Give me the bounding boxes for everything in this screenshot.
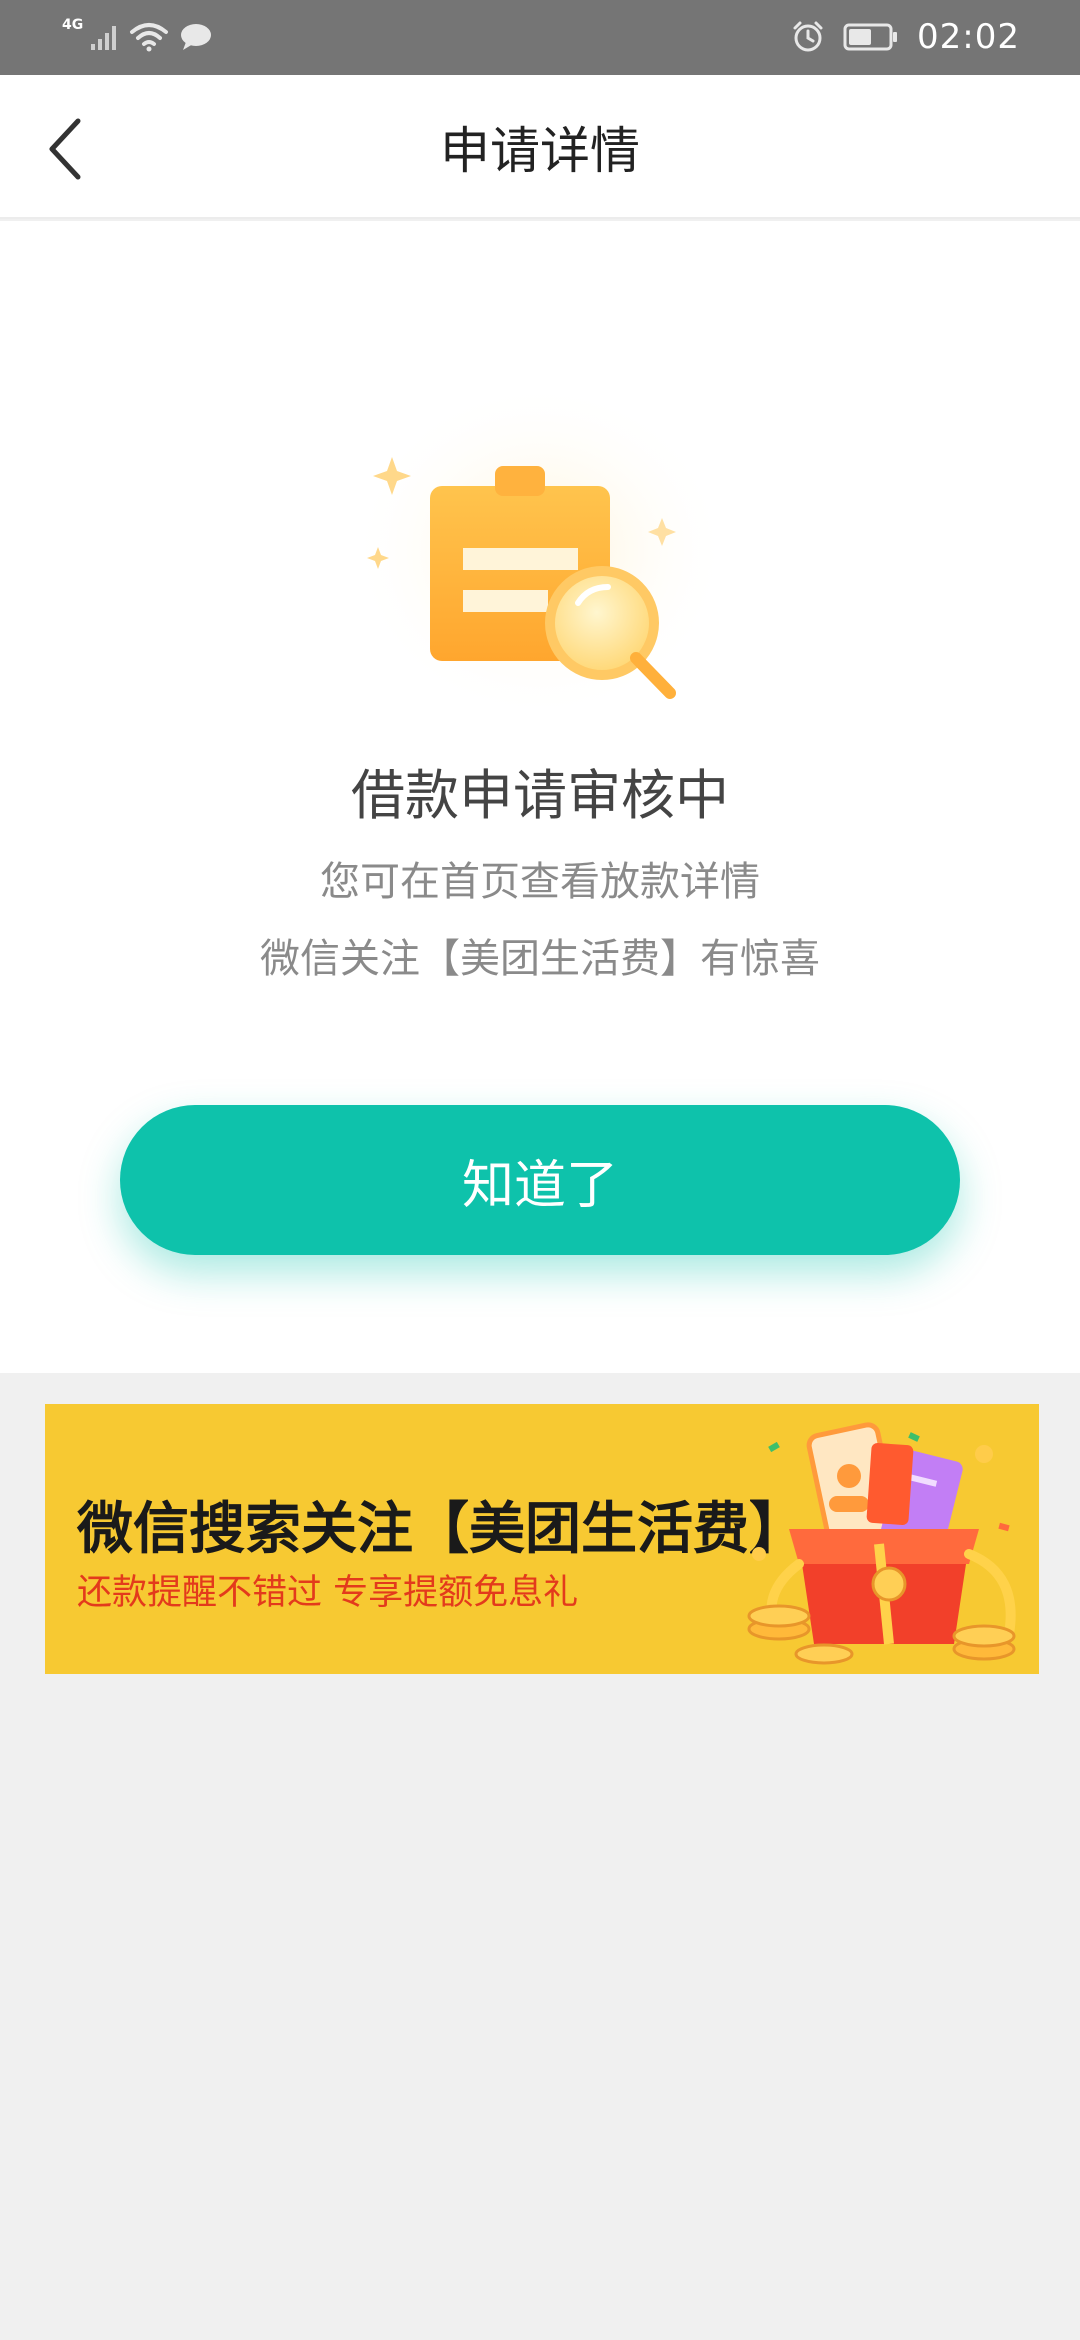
result-wechat-tip: 微信关注【美团生活费】有惊喜 xyxy=(260,936,820,982)
banner-title: 微信搜索关注【美团生活费】 xyxy=(77,1497,805,1562)
result-title: 借款申请审核中 xyxy=(351,764,729,827)
page: 4G 02:02 申请详情 借款申请审核中 您可在首页查看放款详情 微信关注【美… xyxy=(0,0,1080,2340)
battery-icon xyxy=(843,23,898,51)
wifi-icon xyxy=(130,23,169,52)
status-time: 02:02 xyxy=(917,17,1020,57)
chevron-left-icon xyxy=(49,118,81,180)
gift-box-icon xyxy=(747,1422,1016,1665)
back-button[interactable] xyxy=(26,109,106,189)
result-description: 您可在首页查看放款详情 xyxy=(320,859,760,905)
page-title: 申请详情 xyxy=(440,122,640,180)
status-left: 4G xyxy=(62,12,213,62)
nav-bar: 申请详情 xyxy=(0,75,1080,219)
got-it-button[interactable]: 知道了 xyxy=(120,1105,960,1255)
banner-subtitle: 还款提醒不错过 专享提额免息礼 xyxy=(77,1573,579,1613)
promo-banner[interactable]: 微信搜索关注【美团生活费】 还款提醒不错过 专享提额免息礼 xyxy=(45,1404,1039,1674)
status-bar: 4G 02:02 xyxy=(0,0,1080,75)
result-card: 借款申请审核中 您可在首页查看放款详情 微信关注【美团生活费】有惊喜 知道了 xyxy=(0,221,1080,1373)
signal-icon xyxy=(91,26,117,50)
message-icon xyxy=(181,24,212,50)
status-right: 02:02 xyxy=(791,12,1020,62)
application-review-illustration xyxy=(350,381,730,721)
alarm-icon xyxy=(793,21,823,52)
network-label: 4G xyxy=(62,17,84,33)
